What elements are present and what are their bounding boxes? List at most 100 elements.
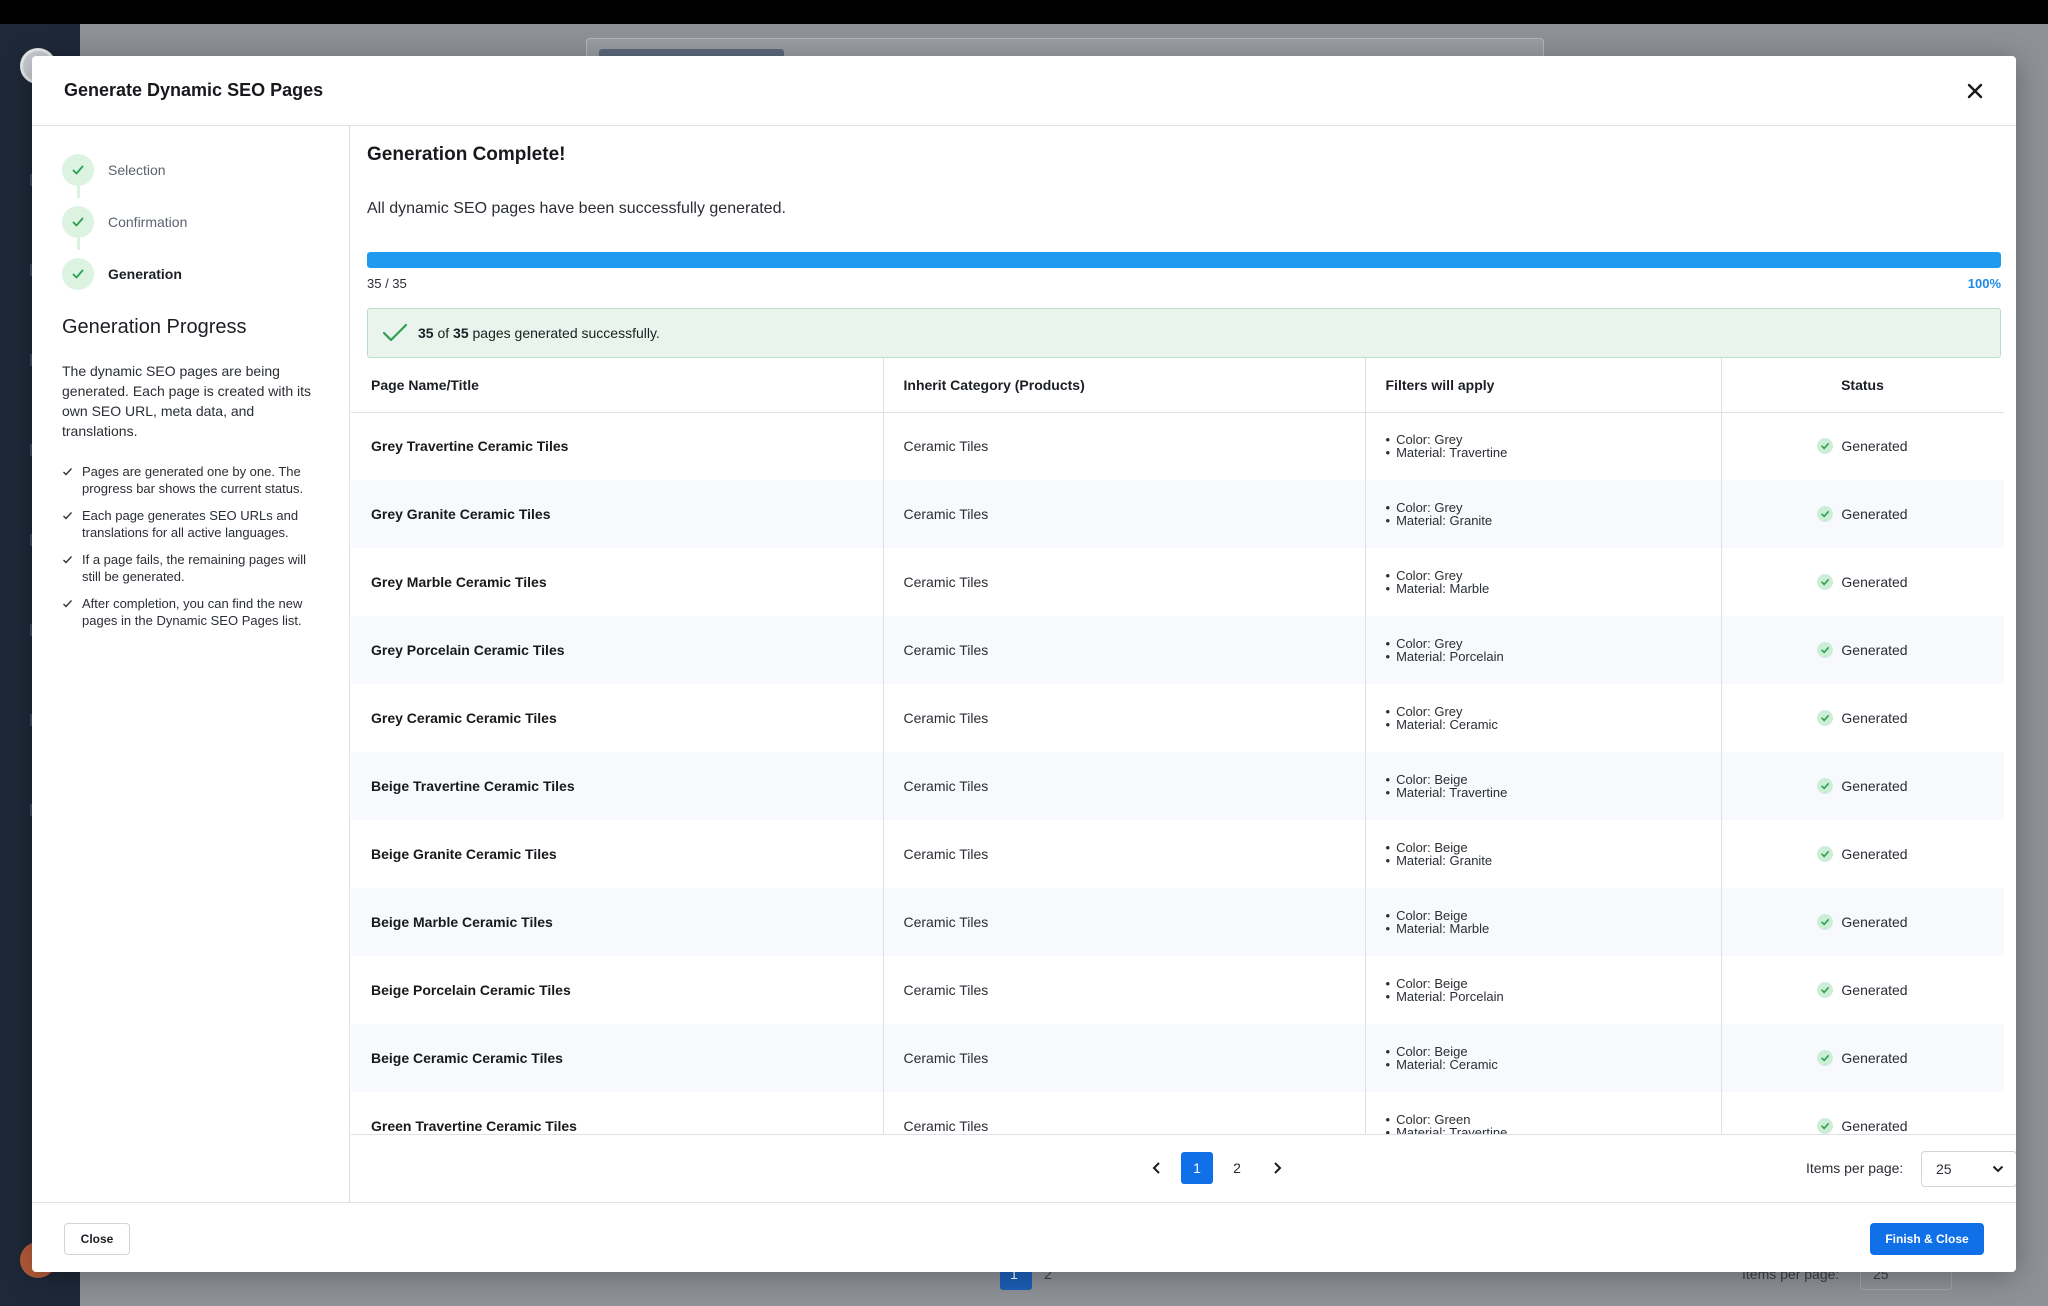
step-generation: Generation bbox=[62, 248, 319, 300]
table-row: Grey Ceramic Ceramic TilesCeramic Tiles C… bbox=[351, 684, 2004, 752]
items-per-page-select[interactable]: 25 bbox=[1921, 1151, 2016, 1187]
table-row: Grey Travertine Ceramic Tiles Ceramic Til… bbox=[351, 412, 2004, 480]
filters-list: Color: BeigeMaterial: Ceramic bbox=[1386, 1045, 1721, 1071]
pages-table: Page Name/Title Inherit Category (Produc… bbox=[351, 358, 2004, 1134]
tip-item: If a page fails, the remaining pages wil… bbox=[62, 551, 319, 585]
check-icon bbox=[62, 463, 82, 497]
page-title-cell: Beige Marble Ceramic Tiles bbox=[351, 888, 884, 956]
status-cell: Generated bbox=[1721, 616, 2004, 684]
step-label: Selection bbox=[108, 162, 166, 178]
pages-table-wrapper[interactable]: Page Name/Title Inherit Category (Produc… bbox=[351, 358, 2004, 1134]
status-text: Generated bbox=[1841, 1050, 1908, 1066]
col-header-filters: Filters will apply bbox=[1365, 358, 1722, 413]
page-1-button[interactable]: 1 bbox=[1181, 1152, 1213, 1184]
status-cell: Generated bbox=[1721, 548, 2004, 616]
status-text: Generated bbox=[1841, 982, 1908, 998]
step-label: Confirmation bbox=[108, 214, 188, 230]
status-cell: Generated bbox=[1721, 684, 2004, 752]
category-cell: Ceramic Tiles bbox=[883, 888, 1366, 956]
result-subtitle: All dynamic SEO pages have been successf… bbox=[367, 200, 786, 217]
filters-cell: Color: BeigeMaterial: Ceramic bbox=[1365, 1024, 1722, 1092]
tip-text: If a page fails, the remaining pages wil… bbox=[82, 552, 307, 584]
items-per-page-label: Items per page: bbox=[1806, 1160, 1904, 1176]
result-title: Generation Complete! bbox=[367, 144, 566, 165]
next-page-button[interactable] bbox=[1261, 1152, 1293, 1184]
page-title-cell: Beige Granite Ceramic Tiles bbox=[351, 820, 884, 888]
table-row: Beige Porcelain Ceramic Tiles Ceramic Til… bbox=[351, 956, 2004, 1024]
filters-list: Color: GreyMaterial: Ceramic bbox=[1386, 705, 1721, 731]
status-cell: Generated bbox=[1721, 1092, 2004, 1134]
finish-and-close-button[interactable]: Finish & Close bbox=[1870, 1223, 1984, 1255]
chevron-left-icon bbox=[1152, 1162, 1160, 1174]
filters-cell: Color: BeigeMaterial: Marble bbox=[1365, 888, 1722, 956]
page-title-cell: Grey Travertine Ceramic Tiles bbox=[351, 412, 884, 480]
table-row: Beige Marble Ceramic TilesCeramic Tiles C… bbox=[351, 888, 2004, 956]
filter-item: Material: Granite bbox=[1386, 854, 1721, 867]
page-2-button[interactable]: 2 bbox=[1221, 1152, 1253, 1184]
tip-item: Each page generates SEO URLs and transla… bbox=[62, 507, 319, 541]
category-cell: Ceramic Tiles bbox=[883, 548, 1366, 616]
filter-item: Material: Ceramic bbox=[1386, 1058, 1721, 1071]
tip-item: Pages are generated one by one. The prog… bbox=[62, 463, 319, 497]
status-cell: Generated bbox=[1721, 752, 2004, 820]
filters-cell: Color: GreyMaterial: Porcelain bbox=[1365, 616, 1722, 684]
filter-item: Material: Porcelain bbox=[1386, 990, 1721, 1003]
check-circle-icon bbox=[1817, 778, 1834, 794]
category-cell: Ceramic Tiles bbox=[883, 1024, 1366, 1092]
tip-item: After completion, you can find the new p… bbox=[62, 595, 319, 629]
category-cell: Ceramic Tiles bbox=[883, 820, 1366, 888]
status-badge: Generated bbox=[1817, 914, 1908, 930]
check-circle-icon bbox=[1817, 506, 1834, 522]
page-title-cell: Grey Porcelain Ceramic Tiles bbox=[351, 616, 884, 684]
status-text: Generated bbox=[1841, 846, 1908, 862]
filters-list: Color: GreyMaterial: Porcelain bbox=[1386, 637, 1721, 663]
category-cell: Ceramic Tiles bbox=[883, 684, 1366, 752]
filter-item: Material: Travertine bbox=[1386, 446, 1721, 459]
filter-item: Material: Marble bbox=[1386, 922, 1721, 935]
check-icon bbox=[62, 258, 94, 290]
status-badge: Generated bbox=[1817, 982, 1908, 998]
category-cell: Ceramic Tiles bbox=[883, 412, 1366, 480]
generation-tips: Pages are generated one by one. The prog… bbox=[62, 463, 319, 629]
pagination-bar: 1 2 Items per page: 25 bbox=[351, 1134, 2016, 1202]
status-badge: Generated bbox=[1817, 778, 1908, 794]
status-badge: Generated bbox=[1817, 506, 1908, 522]
filters-list: Color: GreyMaterial: Granite bbox=[1386, 501, 1721, 527]
filters-cell: Color: GreyMaterial: Travertine bbox=[1365, 412, 1722, 480]
success-total: 35 bbox=[453, 325, 469, 341]
check-circle-icon bbox=[1817, 438, 1834, 455]
success-banner: 35 of 35 pages generated successfully. bbox=[367, 308, 2001, 358]
check-icon bbox=[62, 206, 94, 238]
category-cell: Ceramic Tiles bbox=[883, 1092, 1366, 1134]
table-row: Beige Travertine Ceramic Tiles Ceramic Ti… bbox=[351, 752, 2004, 820]
page-title-cell: Green Travertine Ceramic Tiles bbox=[351, 1092, 884, 1134]
page-title-cell: Grey Marble Ceramic Tiles bbox=[351, 548, 884, 616]
filters-list: Color: BeigeMaterial: Marble bbox=[1386, 909, 1721, 935]
progress-bar bbox=[367, 252, 2001, 268]
status-text: Generated bbox=[1841, 778, 1908, 794]
status-badge: Generated bbox=[1817, 710, 1908, 726]
check-circle-icon bbox=[1817, 982, 1834, 998]
table-row: Grey Marble Ceramic TilesCeramic Tiles Co… bbox=[351, 548, 2004, 616]
check-icon bbox=[62, 507, 82, 541]
check-circle-icon bbox=[1817, 642, 1834, 658]
status-text: Generated bbox=[1841, 438, 1908, 455]
status-text: Generated bbox=[1841, 710, 1908, 726]
filters-cell: Color: GreyMaterial: Ceramic bbox=[1365, 684, 1722, 752]
step-selection: Selection bbox=[62, 144, 319, 196]
status-badge: Generated bbox=[1817, 1050, 1908, 1066]
table-row: Grey Granite Ceramic TilesCeramic Tiles C… bbox=[351, 480, 2004, 548]
status-cell: Generated bbox=[1721, 820, 2004, 888]
modal-header: Generate Dynamic SEO Pages bbox=[32, 56, 2016, 126]
status-cell: Generated bbox=[1721, 888, 2004, 956]
generation-progress-title: Generation Progress bbox=[62, 316, 247, 338]
success-of: of bbox=[437, 325, 450, 341]
success-check-icon bbox=[382, 323, 408, 342]
close-icon[interactable] bbox=[1960, 76, 1990, 106]
table-body: Grey Travertine Ceramic Tiles Ceramic Til… bbox=[351, 412, 2004, 1134]
status-cell: Generated bbox=[1721, 956, 2004, 1024]
close-button[interactable]: Close bbox=[64, 1223, 130, 1255]
filter-item: Material: Granite bbox=[1386, 514, 1721, 527]
modal-footer: Close Finish & Close bbox=[32, 1202, 2016, 1272]
prev-page-button[interactable] bbox=[1141, 1152, 1173, 1184]
